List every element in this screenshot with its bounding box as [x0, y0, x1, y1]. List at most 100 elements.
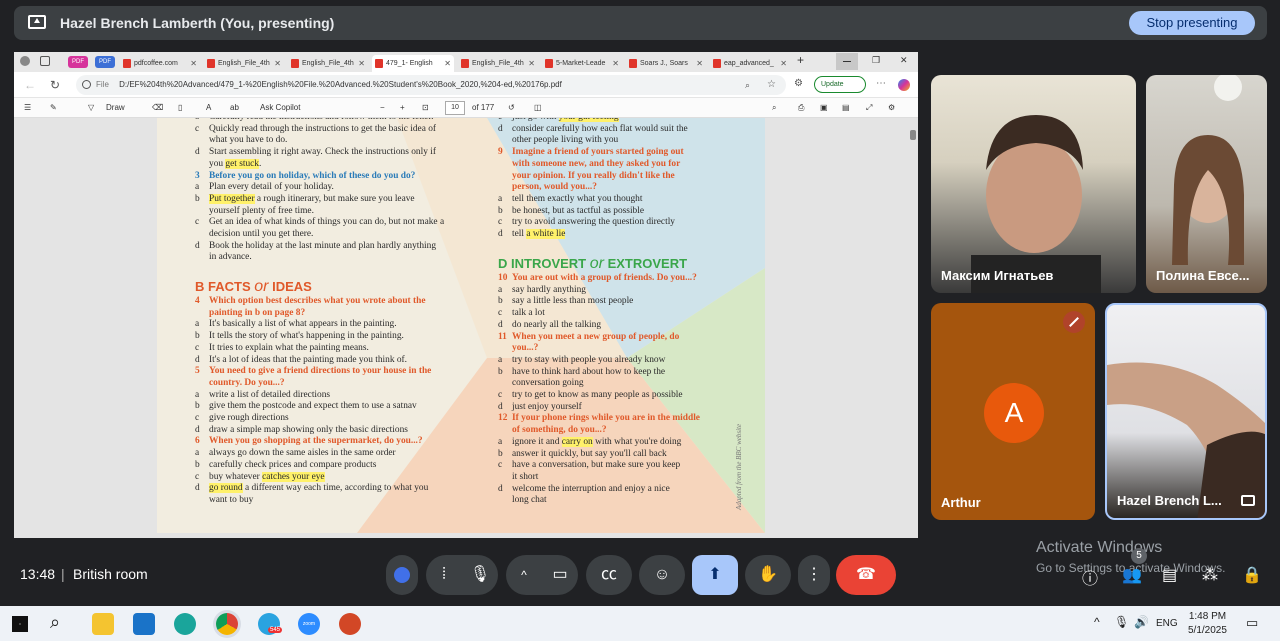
chevron-up-icon[interactable]: ^	[506, 555, 542, 595]
browser-tab[interactable]: English_File_4th ✕	[458, 55, 538, 72]
contents-icon[interactable]: ☰	[24, 103, 31, 112]
camera-icon[interactable]: ▭	[542, 555, 578, 595]
draw-icon[interactable]: ▽	[88, 103, 94, 112]
maximize-button[interactable]: ❐	[872, 55, 880, 66]
more-options-button[interactable]: ⋮	[798, 555, 830, 595]
answer-option: d consider carefully how each flat would …	[498, 124, 688, 136]
page-view-icon[interactable]: ▯	[178, 103, 182, 112]
leave-call-button[interactable]: ☎	[836, 555, 896, 595]
people-icon[interactable]: 👥	[1122, 565, 1142, 585]
participant-tile[interactable]: Максим Игнатьев	[931, 75, 1136, 293]
chat-icon[interactable]: ▤	[1162, 565, 1177, 585]
zoom-icon[interactable]: zoom	[298, 613, 320, 635]
present-button[interactable]: ⬆	[692, 555, 738, 595]
search-icon[interactable]: ⌕	[772, 103, 776, 113]
new-tab-icon[interactable]: +	[797, 53, 804, 67]
raise-hand-button[interactable]: ✋	[745, 555, 791, 595]
draw-label[interactable]: Draw	[106, 103, 125, 112]
more-menu-icon[interactable]: ⋯	[876, 78, 886, 89]
browser-tab[interactable]: Soars J., Soars ✕	[626, 55, 706, 72]
fit-page-icon[interactable]: ⊡	[422, 103, 429, 112]
powerpoint-icon[interactable]	[339, 613, 361, 635]
zoom-out-icon[interactable]: −	[380, 103, 385, 112]
stop-presenting-button[interactable]: Stop presenting	[1129, 11, 1255, 35]
search-icon[interactable]: ⌕	[50, 612, 60, 633]
answer-option: c have a conversation, but make sure you …	[498, 460, 700, 472]
volume-icon[interactable]: 🔊	[1134, 615, 1149, 629]
answer-text: give rough directions	[209, 413, 289, 424]
reactions-orb-button[interactable]	[386, 555, 418, 595]
windows-start-icon[interactable]	[12, 616, 28, 632]
zoom-icon[interactable]: ⌕	[745, 75, 750, 95]
tab-actions-icon[interactable]	[40, 56, 50, 66]
close-tab-icon[interactable]: ✕	[780, 55, 787, 72]
zoom-in-icon[interactable]: +	[400, 103, 405, 112]
save-icon[interactable]: ▣	[820, 103, 828, 112]
url-field[interactable]: File D:/EF%204th%20Advanced/479_1-%20Eng…	[76, 75, 786, 95]
two-page-icon[interactable]: ◫	[534, 103, 542, 112]
activities-icon[interactable]: ⁂	[1202, 565, 1218, 585]
edge-icon[interactable]	[174, 613, 196, 635]
translate-icon[interactable]: ab	[230, 103, 239, 112]
participant-tile[interactable]: A Arthur	[931, 303, 1095, 520]
audio-level-button[interactable]: ⦙ 🎙	[426, 555, 498, 595]
close-tab-icon[interactable]: ✕	[528, 55, 535, 72]
ask-copilot-button[interactable]: Ask Copilot	[260, 103, 300, 112]
pdf-group-chip-2[interactable]: PDF	[95, 56, 115, 68]
page-number-input[interactable]: 10	[445, 101, 465, 115]
notifications-icon[interactable]: ▭	[1246, 615, 1258, 631]
participant-tile-self[interactable]: Hazel Brench L...	[1105, 303, 1267, 520]
browser-tab-active[interactable]: 479_1- English ✕	[372, 55, 454, 72]
pdf-viewer[interactable]: b Carefully read the instructions and fol…	[14, 118, 918, 538]
outlook-icon[interactable]	[133, 613, 155, 635]
print-icon[interactable]: ⎙	[798, 103, 804, 113]
close-tab-icon[interactable]: ✕	[190, 55, 197, 72]
copilot-icon[interactable]	[898, 79, 910, 91]
rotate-icon[interactable]: ↺	[508, 103, 515, 112]
file-explorer-icon[interactable]	[92, 613, 114, 635]
pdf-icon	[461, 59, 469, 68]
extensions-icon[interactable]: ⚙	[794, 78, 803, 89]
camera-button[interactable]: ^ ▭	[506, 555, 578, 595]
system-clock[interactable]: 1:48 PM 5/1/2025	[1188, 610, 1227, 638]
close-tab-icon[interactable]: ✕	[358, 55, 365, 72]
pdf-group-chip-1[interactable]: PDF	[68, 56, 88, 68]
close-tab-icon[interactable]: ✕	[696, 55, 703, 72]
bookmark-star-icon[interactable]: ☆	[767, 75, 776, 95]
answer-text: It's basically a list of what appears in…	[209, 319, 397, 330]
clock-date: 5/1/2025	[1188, 625, 1227, 636]
info-icon[interactable]: ⓘ	[1082, 565, 1098, 589]
settings-icon[interactable]: ⚙	[888, 103, 895, 112]
reload-icon[interactable]: ↻	[50, 78, 60, 92]
close-tab-icon[interactable]: ✕	[444, 55, 451, 72]
pdf-scrollbar[interactable]	[910, 130, 916, 140]
back-icon[interactable]: ←	[24, 78, 36, 92]
browser-tab[interactable]: pdfcoffee.com ✕	[120, 55, 200, 72]
highlight-icon[interactable]: ✎	[50, 103, 57, 112]
profile-icon[interactable]	[20, 56, 30, 66]
browser-tab[interactable]: eap_advanced_ ✕	[710, 55, 790, 72]
read-aloud-icon[interactable]: A	[206, 103, 211, 112]
chrome-icon[interactable]	[216, 613, 238, 635]
erase-icon[interactable]: ⌫	[152, 103, 163, 112]
answer-option: d do nearly all the talking	[498, 320, 700, 332]
fullscreen-icon[interactable]: ⤢	[866, 103, 872, 113]
tray-chevron-icon[interactable]: ^	[1094, 615, 1100, 629]
close-tab-icon[interactable]: ✕	[274, 55, 281, 72]
close-window-button[interactable]: ✕	[900, 55, 908, 66]
answer-text: what you have to do.	[209, 135, 288, 146]
language-indicator[interactable]: ENG	[1156, 618, 1178, 629]
update-button[interactable]: Update	[814, 76, 866, 93]
browser-tab[interactable]: English_File_4th ✕	[288, 55, 368, 72]
close-tab-icon[interactable]: ✕	[612, 55, 619, 72]
browser-tab[interactable]: 5-Market-Leade ✕	[542, 55, 622, 72]
browser-tab[interactable]: English_File_4th ✕	[204, 55, 284, 72]
minimize-button[interactable]	[836, 53, 858, 70]
captions-button[interactable]: ㏄	[586, 555, 632, 595]
microphone-icon[interactable]: 🎙	[462, 555, 498, 595]
mic-tray-icon[interactable]: 🎙	[1114, 615, 1129, 629]
save-as-icon[interactable]: ▤	[842, 103, 850, 112]
emoji-button[interactable]: ☺	[639, 555, 685, 595]
participant-tile[interactable]: Полина Евсе...	[1146, 75, 1267, 293]
host-controls-icon[interactable]: 🔒	[1242, 565, 1262, 585]
